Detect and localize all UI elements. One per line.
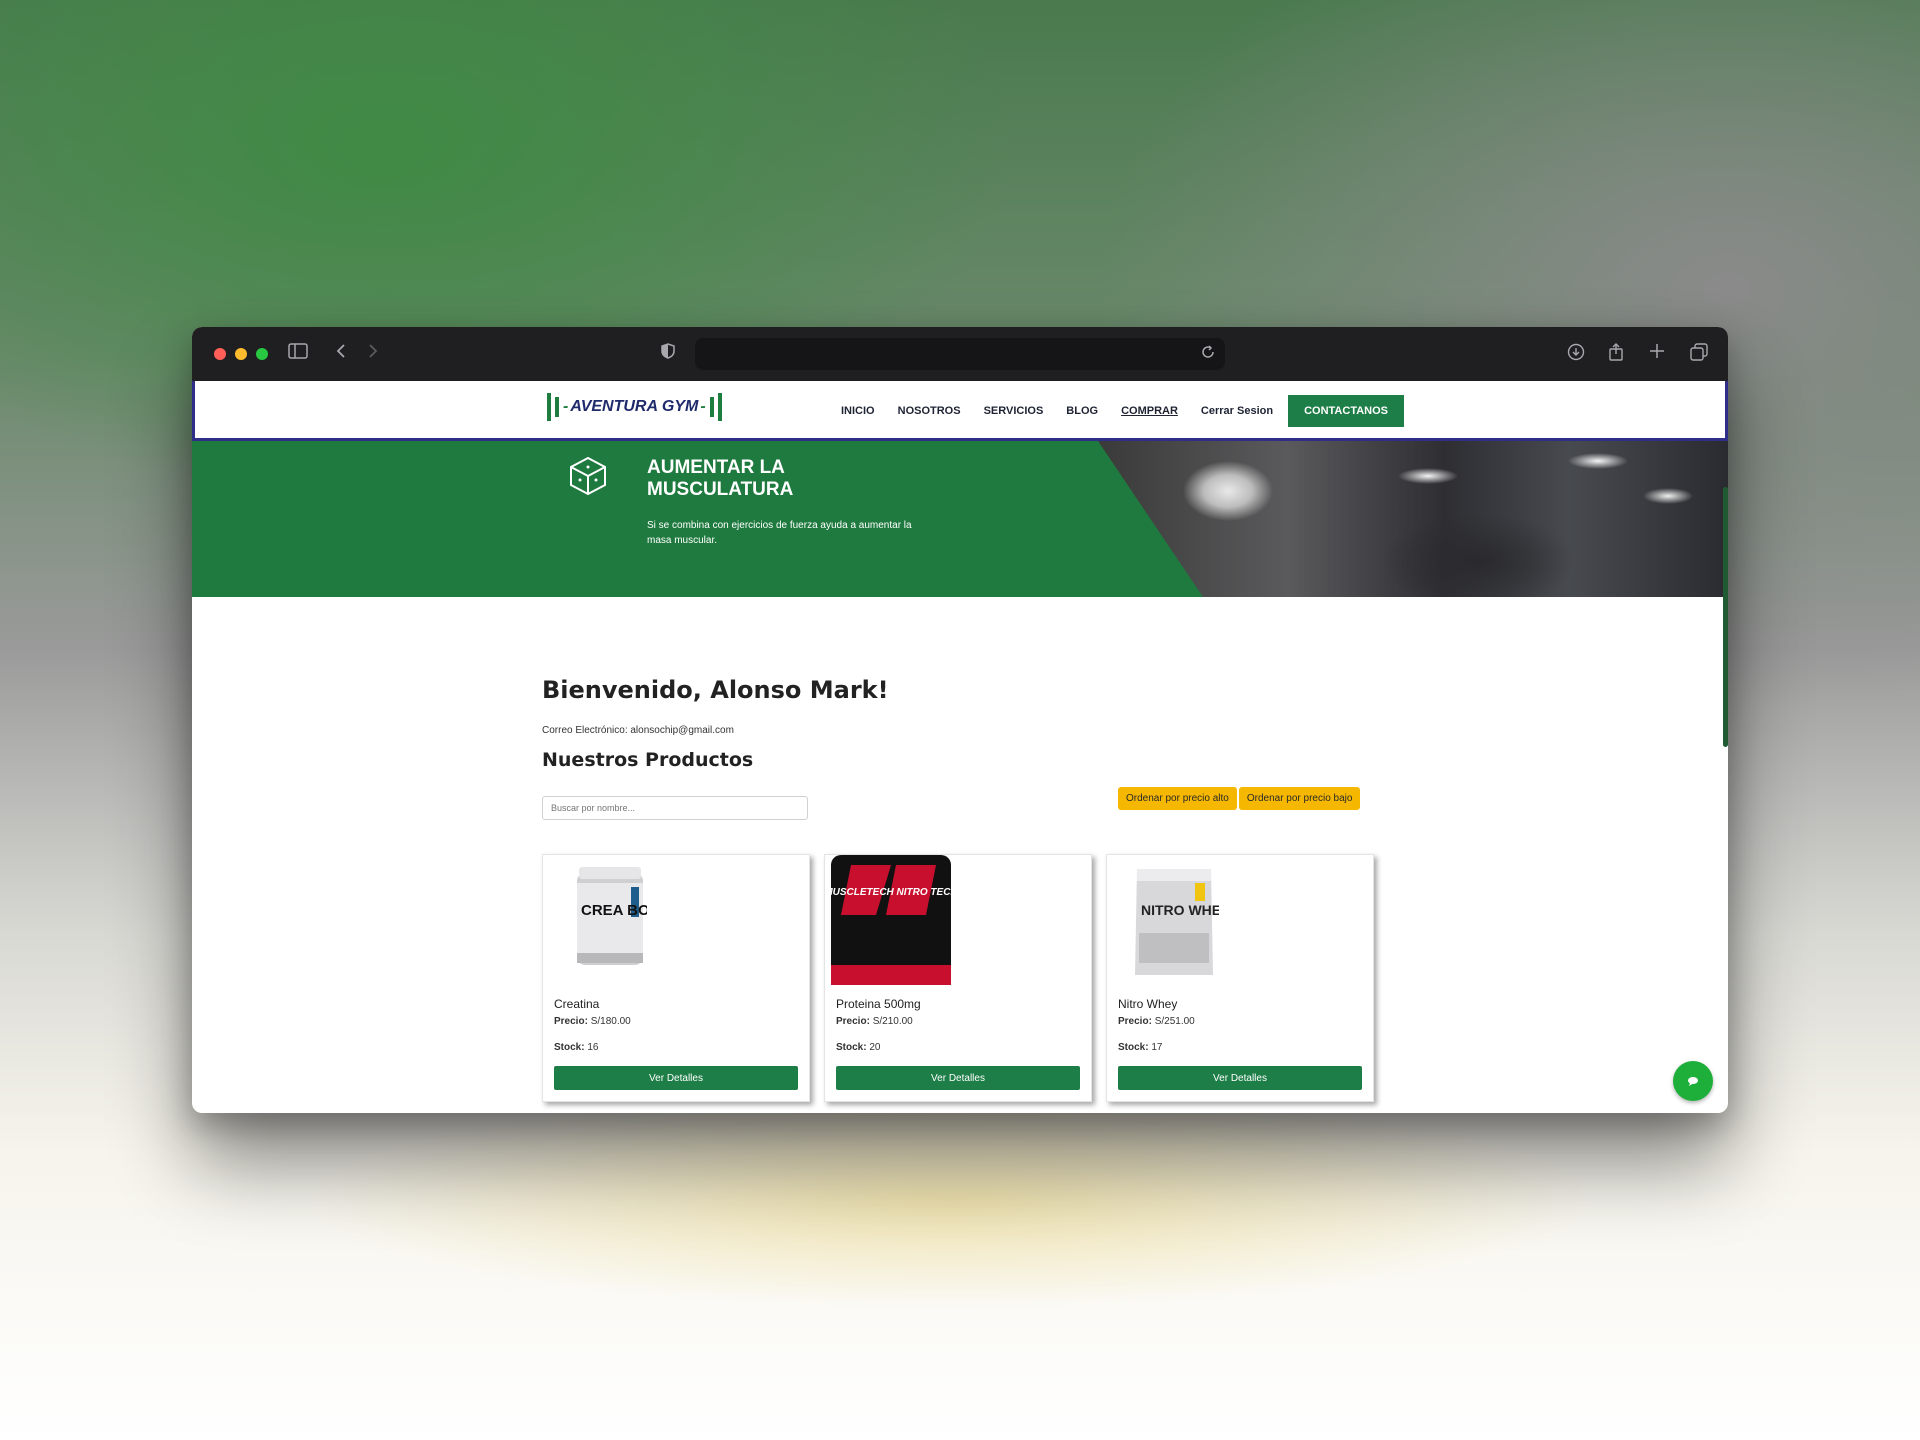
logo-bar-icon: [555, 397, 559, 417]
user-email: Correo Electrónico: alonsochip@gmail.com: [542, 725, 734, 736]
site-header: - AVENTURA GYM - INICIO NOSOTROS SERVICI…: [192, 381, 1728, 441]
sort-controls: Ordenar por precio alto Ordenar por prec…: [1118, 787, 1361, 810]
product-card: CREA BOLIC Creatina Precio: S/180.00 Sto…: [542, 854, 810, 1102]
downloads-icon[interactable]: [1567, 343, 1585, 366]
proteina-product-image: MUSCLETECH NITRO TECH: [831, 855, 951, 985]
page-scrollbar[interactable]: [1723, 487, 1728, 747]
creatina-product-image: CREA BOLIC: [577, 867, 647, 965]
product-card: MUSCLETECH NITRO TECH Proteina 500mg Pre…: [824, 854, 1092, 1102]
view-details-button[interactable]: Ver Detalles: [1118, 1066, 1362, 1090]
logo-text: AVENTURA GYM: [570, 398, 699, 415]
nav-inicio[interactable]: INICIO: [841, 405, 875, 417]
nav-nosotros[interactable]: NOSOTROS: [898, 405, 961, 417]
chat-button[interactable]: [1673, 1061, 1713, 1101]
hero-title: AUMENTAR LA MUSCULATURA: [647, 457, 794, 500]
product-stock: Stock: 16: [554, 1042, 599, 1053]
logo-bar-icon: [717, 393, 722, 421]
forward-icon[interactable]: [367, 343, 379, 364]
product-grid: CREA BOLIC Creatina Precio: S/180.00 Sto…: [542, 854, 1374, 1102]
chat-bubble-icon: [1688, 1077, 1698, 1086]
site-logo[interactable]: - AVENTURA GYM -: [545, 393, 724, 421]
sort-price-low-button[interactable]: Ordenar por precio bajo: [1238, 787, 1361, 810]
product-price: Precio: S/251.00: [1118, 1016, 1195, 1027]
share-icon[interactable]: [1608, 343, 1624, 366]
view-details-button[interactable]: Ver Detalles: [836, 1066, 1080, 1090]
shield-icon[interactable]: [661, 343, 675, 364]
product-image-text: NITRO WHEY: [1141, 902, 1219, 918]
logo-bar-icon: [709, 397, 714, 417]
background-glow: [300, 1090, 1600, 1310]
product-card: NITRO WHEY Nitro Whey Precio: S/251.00 S…: [1106, 854, 1374, 1102]
window-controls: [214, 348, 268, 360]
product-price: Precio: S/210.00: [836, 1016, 913, 1027]
sort-price-high-button[interactable]: Ordenar por precio alto: [1118, 787, 1237, 810]
new-tab-icon[interactable]: [1649, 343, 1665, 364]
product-image-text: CREA BOLIC: [581, 902, 647, 919]
product-stock: Stock: 17: [1118, 1042, 1163, 1053]
zoom-window-button[interactable]: [256, 348, 268, 360]
welcome-heading: Bienvenido, Alonso Mark!: [542, 676, 889, 704]
product-search-input[interactable]: [542, 796, 808, 820]
main-menu: INICIO NOSOTROS SERVICIOS BLOG COMPRAR C…: [841, 395, 1404, 427]
product-stock: Stock: 20: [836, 1042, 881, 1053]
cube-icon: [570, 456, 606, 496]
hero-gym-photo: [1098, 441, 1728, 597]
close-window-button[interactable]: [214, 348, 226, 360]
view-details-button[interactable]: Ver Detalles: [554, 1066, 798, 1090]
browser-window: - AVENTURA GYM - INICIO NOSOTROS SERVICI…: [192, 327, 1728, 1113]
nav-servicios[interactable]: SERVICIOS: [984, 405, 1044, 417]
logo-bar-icon: [547, 393, 551, 421]
nitro-whey-product-image: NITRO WHEY: [1135, 869, 1219, 975]
contact-button[interactable]: CONTACTANOS: [1288, 395, 1404, 427]
product-price: Precio: S/180.00: [554, 1016, 631, 1027]
hero-banner: AUMENTAR LA MUSCULATURA Si se combina co…: [192, 441, 1728, 597]
address-bar[interactable]: [695, 338, 1225, 370]
product-name: Proteina 500mg: [836, 997, 921, 1011]
nav-blog[interactable]: BLOG: [1066, 405, 1098, 417]
product-name: Creatina: [554, 997, 600, 1011]
logout-link[interactable]: Cerrar Sesion: [1201, 405, 1273, 417]
back-icon[interactable]: [335, 343, 347, 364]
minimize-window-button[interactable]: [235, 348, 247, 360]
nav-comprar[interactable]: COMPRAR: [1121, 405, 1178, 417]
reload-icon[interactable]: [1201, 344, 1215, 363]
product-image-text: MUSCLETECH NITRO TECH: [831, 887, 951, 898]
hero-text: Si se combina con ejercicios de fuerza a…: [647, 520, 912, 546]
products-heading: Nuestros Productos: [542, 749, 754, 771]
product-name: Nitro Whey: [1118, 997, 1178, 1011]
tab-overview-icon[interactable]: [1690, 343, 1708, 366]
browser-toolbar: [192, 327, 1728, 381]
sidebar-toggle-icon[interactable]: [288, 343, 308, 364]
main-content: Bienvenido, Alonso Mark! Correo Electrón…: [192, 597, 1728, 1113]
